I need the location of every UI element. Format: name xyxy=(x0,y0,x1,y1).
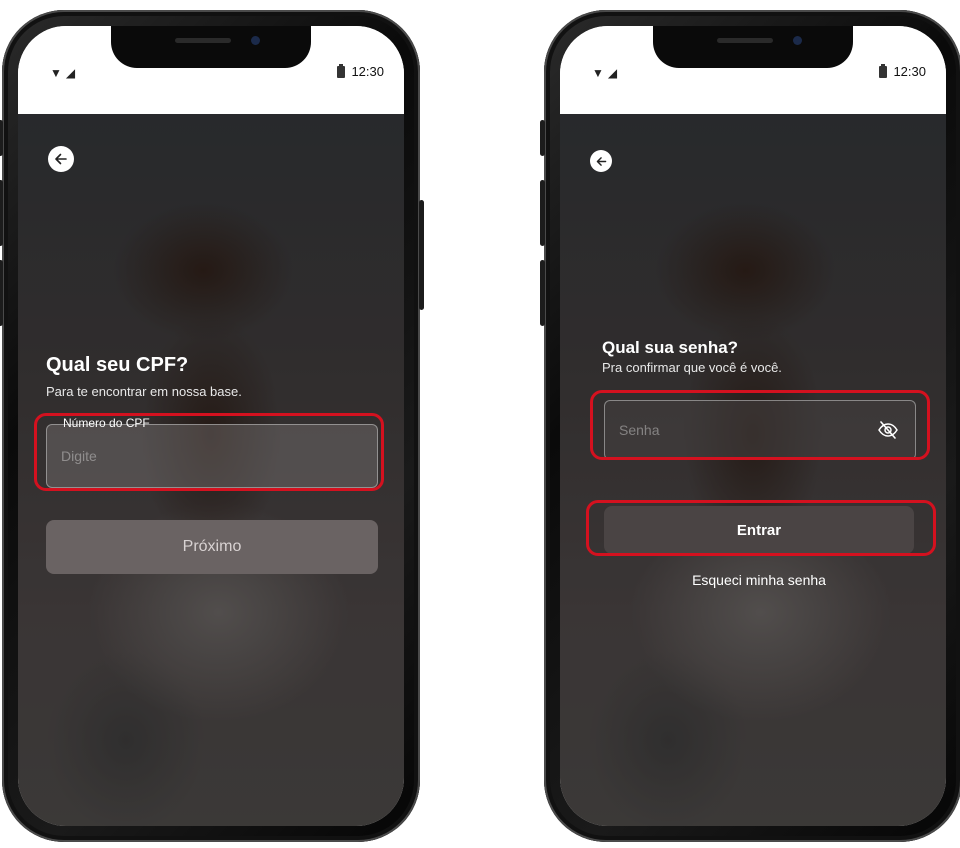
wifi-icon: ▼ xyxy=(50,66,66,80)
cpf-field[interactable]: Número do CPF Digite xyxy=(46,416,378,488)
signal-icon: ◢ xyxy=(65,66,80,80)
battery-icon xyxy=(879,63,888,78)
page-title: Qual seu CPF? xyxy=(46,354,189,376)
eye-off-icon[interactable] xyxy=(877,419,899,446)
battery-icon xyxy=(337,63,346,78)
page-subtitle: Pra confirmar que você é você. xyxy=(602,360,782,375)
phone-mockup-cpf: ▼◢ 12:30 Qual seu CPF? Para te encontrar… xyxy=(0,10,424,842)
power-button xyxy=(419,200,424,310)
phone-screen-password: ▼◢ 12:30 Qual sua senha? Pra confirmar q… xyxy=(560,26,946,826)
volume-up-button xyxy=(540,180,545,246)
mute-switch xyxy=(0,120,3,156)
phone-screen-cpf: ▼◢ 12:30 Qual seu CPF? Para te encontrar… xyxy=(18,26,404,826)
mute-switch xyxy=(540,120,545,156)
back-button[interactable] xyxy=(48,146,74,172)
password-input[interactable]: Senha xyxy=(619,401,659,459)
status-time: 12:30 xyxy=(893,64,926,79)
volume-down-button xyxy=(0,260,3,326)
volume-up-button xyxy=(0,180,3,246)
wifi-icon: ▼ xyxy=(592,66,608,80)
notch xyxy=(653,26,853,68)
arrow-left-icon xyxy=(596,156,606,166)
signal-icons: ▼◢ xyxy=(592,66,621,80)
status-time: 12:30 xyxy=(351,64,384,79)
password-field[interactable]: Senha xyxy=(604,400,916,460)
background-photo xyxy=(560,114,946,826)
page-subtitle: Para te encontrar em nossa base. xyxy=(46,384,242,399)
volume-down-button xyxy=(540,260,545,326)
phone-mockup-password: ▼◢ 12:30 Qual sua senha? Pra confirmar q… xyxy=(540,10,960,842)
notch xyxy=(111,26,311,68)
arrow-left-icon xyxy=(55,153,67,165)
page-title: Qual sua senha? xyxy=(602,338,739,357)
back-button[interactable] xyxy=(590,150,612,172)
signal-icon: ◢ xyxy=(607,66,622,80)
forgot-password-link[interactable]: Esqueci minha senha xyxy=(604,572,914,588)
submit-button[interactable]: Entrar xyxy=(604,506,914,554)
next-button[interactable]: Próximo xyxy=(46,520,378,574)
cpf-input[interactable]: Digite xyxy=(61,425,97,487)
signal-icons: ▼◢ xyxy=(50,66,79,80)
